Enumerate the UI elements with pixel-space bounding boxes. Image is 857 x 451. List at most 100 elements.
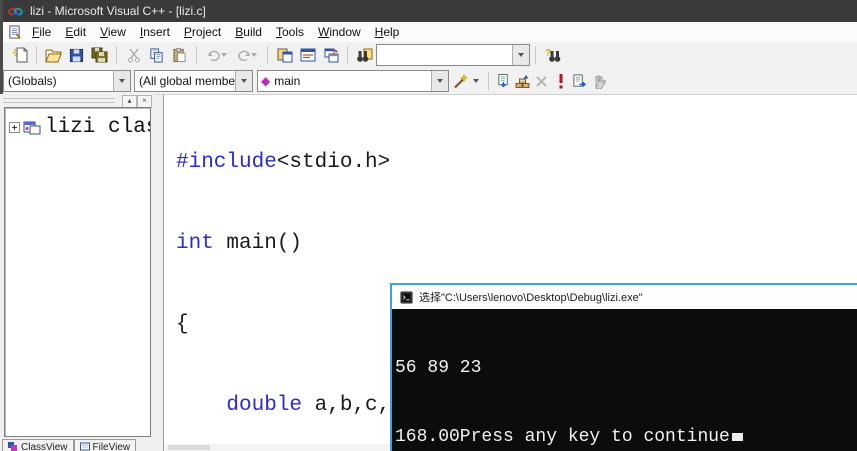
function-combobox-dropdown[interactable] xyxy=(431,71,448,91)
build-icon xyxy=(515,74,531,89)
scope-combobox[interactable]: (Globals) xyxy=(3,70,131,92)
mdi-document-icon[interactable] xyxy=(8,25,21,40)
menu-tools[interactable]: Tools xyxy=(269,23,311,41)
title-bar[interactable]: lizi - Microsoft Visual C++ - [lizi.c] xyxy=(0,0,857,22)
code-line: #include<stdio.h> xyxy=(176,149,701,176)
visual-cpp-app-icon xyxy=(8,5,23,18)
menu-build[interactable]: Build xyxy=(228,23,269,41)
tab-classview-label: ClassView xyxy=(21,442,68,451)
scrollbar-thumb[interactable] xyxy=(168,445,210,450)
open-folder-icon xyxy=(45,48,62,63)
toolbar-separator xyxy=(196,46,197,64)
toolbar-separator xyxy=(267,46,268,64)
output-toggle-button[interactable] xyxy=(296,44,319,66)
copy-icon xyxy=(149,48,164,63)
toolbar-separator xyxy=(36,46,37,64)
menu-bar: File Edit View Insert Project Build Tool… xyxy=(0,22,857,43)
paste-icon xyxy=(172,47,187,63)
tree-item-label[interactable]: lizi classes xyxy=(45,116,150,139)
editor-horizontal-scrollbar[interactable] xyxy=(165,444,390,451)
fileview-tab-icon xyxy=(80,442,90,451)
find-in-files-icon xyxy=(356,48,373,63)
function-combobox[interactable]: ◆ main xyxy=(257,70,449,92)
save-all-button[interactable] xyxy=(88,44,111,66)
redo-icon xyxy=(237,49,251,62)
console-title-bar[interactable]: 选择"C:\Users\lenovo\Desktop\Debug\lizi.ex… xyxy=(392,285,857,309)
expand-plus-icon[interactable] xyxy=(9,122,20,133)
execute-program-icon xyxy=(557,74,565,89)
find-combobox[interactable] xyxy=(376,44,530,66)
workspace-icon xyxy=(277,48,293,63)
copy-button[interactable] xyxy=(145,44,168,66)
search-icon: ? xyxy=(545,48,561,63)
go-icon xyxy=(572,74,587,89)
compile-button[interactable] xyxy=(494,70,513,92)
save-all-icon xyxy=(91,47,108,63)
tree-item-classes[interactable]: lizi classes xyxy=(9,116,150,139)
menu-help[interactable]: Help xyxy=(368,23,407,41)
standard-toolbar: ? xyxy=(0,42,857,69)
scope-combobox-dropdown[interactable] xyxy=(113,71,130,91)
save-button[interactable] xyxy=(65,44,88,66)
vc6-main-window: lizi - Microsoft Visual C++ - [lizi.c] F… xyxy=(0,0,857,451)
breakpoint-button[interactable] xyxy=(589,70,608,92)
console-cursor xyxy=(732,433,743,441)
find-combobox-dropdown[interactable] xyxy=(512,45,529,65)
menu-edit[interactable]: Edit xyxy=(58,23,93,41)
cut-button[interactable] xyxy=(122,44,145,66)
toolbar-separator xyxy=(116,46,117,64)
undo-icon xyxy=(207,49,221,62)
members-combobox-value[interactable]: (All global members xyxy=(135,74,235,88)
build-button[interactable] xyxy=(513,70,532,92)
members-combobox-dropdown[interactable] xyxy=(235,71,252,91)
breakpoint-hand-icon xyxy=(592,74,606,89)
workspace-pane: ▴ × lizi classes xyxy=(0,94,155,451)
toolbar-separator xyxy=(535,46,536,64)
menu-file[interactable]: File xyxy=(25,23,58,41)
go-button[interactable] xyxy=(570,70,589,92)
wizard-dropdown-arrow[interactable] xyxy=(473,79,479,83)
classview-tab-icon xyxy=(8,442,18,451)
menu-project[interactable]: Project xyxy=(177,23,228,41)
console-line: 168.00Press any key to continue xyxy=(395,426,857,449)
open-button[interactable] xyxy=(42,44,65,66)
stop-build-button[interactable] xyxy=(532,70,551,92)
console-output[interactable]: 56 89 23 168.00Press any key to continue xyxy=(392,309,857,451)
new-file-button[interactable] xyxy=(8,44,31,66)
redo-button[interactable] xyxy=(232,44,262,66)
search-button[interactable]: ? xyxy=(541,44,564,66)
console-title-text: 选择"C:\Users\lenovo\Desktop\Debug\lizi.ex… xyxy=(419,289,643,305)
toolbar-separator xyxy=(347,46,348,64)
undo-button[interactable] xyxy=(202,44,232,66)
scope-combobox-value[interactable]: (Globals) xyxy=(4,74,113,88)
save-icon xyxy=(69,48,84,63)
window-title: lizi - Microsoft Visual C++ - [lizi.c] xyxy=(30,4,206,18)
members-combobox[interactable]: (All global members xyxy=(134,70,253,92)
redo-dropdown-arrow[interactable] xyxy=(251,53,257,57)
execute-program-button[interactable] xyxy=(551,70,570,92)
menu-view[interactable]: View xyxy=(93,23,133,41)
menu-window[interactable]: Window xyxy=(311,23,368,41)
wizard-actions-button[interactable] xyxy=(449,70,483,92)
function-combobox-value[interactable]: main xyxy=(270,74,431,88)
tab-fileview[interactable]: FileView xyxy=(74,439,137,451)
classview-folder-icon xyxy=(23,120,41,135)
console-window[interactable]: 选择"C:\Users\lenovo\Desktop\Debug\lizi.ex… xyxy=(390,283,857,451)
wizard-bar: (Globals) (All global members ◆ main xyxy=(0,68,857,95)
console-line: 56 89 23 xyxy=(395,357,857,380)
workspace-toggle-button[interactable] xyxy=(273,44,296,66)
find-in-files-button[interactable] xyxy=(353,44,376,66)
window-list-icon xyxy=(323,48,339,63)
output-icon xyxy=(300,48,316,62)
pane-gripper[interactable] xyxy=(3,98,115,106)
compile-icon xyxy=(496,73,511,89)
window-list-button[interactable] xyxy=(319,44,342,66)
workspace-tabs: ClassView FileView xyxy=(2,439,155,451)
classview-tree[interactable]: lizi classes xyxy=(4,107,151,437)
window-left-border xyxy=(0,0,3,94)
paste-button[interactable] xyxy=(168,44,191,66)
undo-dropdown-arrow[interactable] xyxy=(221,53,227,57)
menu-insert[interactable]: Insert xyxy=(133,23,177,41)
tab-classview[interactable]: ClassView xyxy=(2,439,74,451)
code-line: int main() xyxy=(176,230,701,257)
